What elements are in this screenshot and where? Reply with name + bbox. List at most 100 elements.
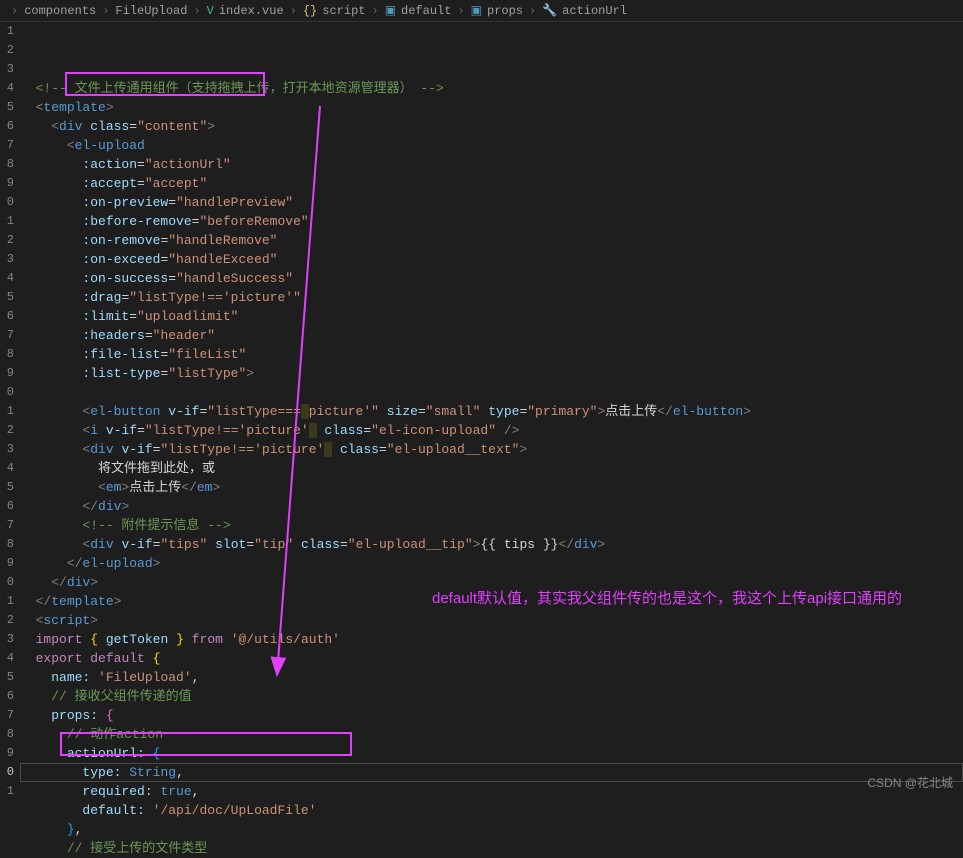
vue-file-icon: V xyxy=(207,4,214,18)
line-number: 2 xyxy=(0,611,14,630)
line-number: 6 xyxy=(0,687,14,706)
line-number: 6 xyxy=(0,497,14,516)
line-number: 3 xyxy=(0,630,14,649)
breadcrumb-item[interactable]: default xyxy=(401,4,451,18)
code-line[interactable]: required: true, xyxy=(20,782,963,801)
wrench-icon: 🔧 xyxy=(542,3,557,18)
code-line[interactable]: :on-exceed="handleExceed" xyxy=(20,250,963,269)
code-line[interactable]: name: 'FileUpload', xyxy=(20,668,963,687)
code-line[interactable]: :on-preview="handlePreview" xyxy=(20,193,963,212)
line-number: 6 xyxy=(0,307,14,326)
code-line[interactable]: </el-upload> xyxy=(20,554,963,573)
line-number: 3 xyxy=(0,60,14,79)
line-number: 0 xyxy=(0,573,14,592)
code-area[interactable]: <!-- 文件上传通用组件（支持拖拽上传，打开本地资源管理器） --> <tem… xyxy=(20,22,963,797)
code-line[interactable]: <i v-if="listType!=='picture' class="el-… xyxy=(20,421,963,440)
breadcrumb-chevron-icon: › xyxy=(193,4,200,18)
breadcrumb-chevron-icon: › xyxy=(102,4,109,18)
code-line[interactable]: :headers="header" xyxy=(20,326,963,345)
line-number: 1 xyxy=(0,402,14,421)
breadcrumb-item[interactable]: index.vue xyxy=(219,4,284,18)
code-line[interactable]: <div class="content"> xyxy=(20,117,963,136)
line-number: 1 xyxy=(0,592,14,611)
code-line[interactable]: <script> xyxy=(20,611,963,630)
line-number: 1 xyxy=(0,782,14,801)
breadcrumb-item[interactable]: script xyxy=(322,4,365,18)
breadcrumb-chevron-icon: › xyxy=(457,4,464,18)
breadcrumb-chevron-icon: › xyxy=(290,4,297,18)
code-line[interactable]: <!-- 附件提示信息 --> xyxy=(20,516,963,535)
line-number: 9 xyxy=(0,174,14,193)
code-line[interactable]: :drag="listType!=='picture'" xyxy=(20,288,963,307)
line-number: 1 xyxy=(0,22,14,41)
line-number: 1 xyxy=(0,212,14,231)
line-number: 2 xyxy=(0,421,14,440)
cube-icon: ▣ xyxy=(471,3,482,18)
code-line[interactable]: 将文件拖到此处，或 xyxy=(20,459,963,478)
code-line[interactable]: :on-success="handleSuccess" xyxy=(20,269,963,288)
line-number: 8 xyxy=(0,535,14,554)
line-number: 7 xyxy=(0,706,14,725)
code-line[interactable]: </div> xyxy=(20,497,963,516)
code-line[interactable]: <template> xyxy=(20,98,963,117)
line-number: 7 xyxy=(0,516,14,535)
breadcrumb-chevron-icon: › xyxy=(529,4,536,18)
breadcrumb-item[interactable]: FileUpload xyxy=(115,4,187,18)
line-number: 8 xyxy=(0,725,14,744)
breadcrumb-chevron-icon: › xyxy=(371,4,378,18)
line-number: 7 xyxy=(0,326,14,345)
watermark: CSDN @花北城 xyxy=(867,774,953,791)
code-line[interactable]: import { getToken } from '@/utils/auth' xyxy=(20,630,963,649)
line-number: 9 xyxy=(0,554,14,573)
code-line[interactable]: type: String, xyxy=(20,763,963,782)
breadcrumb-item[interactable]: actionUrl xyxy=(562,4,627,18)
code-line[interactable]: actionUrl: { xyxy=(20,744,963,763)
code-line[interactable]: <div v-if="tips" slot="tip" class="el-up… xyxy=(20,535,963,554)
line-number: 6 xyxy=(0,117,14,136)
code-line[interactable] xyxy=(20,383,963,402)
line-number: 4 xyxy=(0,459,14,478)
line-number-gutter: 1234567890123456789012345678901234567890… xyxy=(0,22,20,797)
code-line[interactable]: export default { xyxy=(20,649,963,668)
breadcrumb[interactable]: › components › FileUpload › V index.vue … xyxy=(0,0,963,22)
code-line[interactable]: :limit="uploadlimit" xyxy=(20,307,963,326)
code-line[interactable]: :action="actionUrl" xyxy=(20,155,963,174)
code-line[interactable]: // 接受上传的文件类型 xyxy=(20,839,963,858)
breadcrumb-item[interactable]: props xyxy=(487,4,523,18)
code-line[interactable]: :accept="accept" xyxy=(20,174,963,193)
code-line[interactable]: :before-remove="beforeRemove" xyxy=(20,212,963,231)
annotation-text: default默认值，其实我父组件传的也是这个，我这个上传api接口通用的 xyxy=(432,588,902,611)
line-number: 5 xyxy=(0,668,14,687)
line-number: 4 xyxy=(0,79,14,98)
code-line[interactable]: <!-- 文件上传通用组件（支持拖拽上传，打开本地资源管理器） --> xyxy=(20,79,963,98)
code-line[interactable]: // 接收父组件传递的值 xyxy=(20,687,963,706)
line-number: 2 xyxy=(0,231,14,250)
line-number: 0 xyxy=(0,763,14,782)
line-number: 5 xyxy=(0,98,14,117)
code-line[interactable]: }, xyxy=(20,820,963,839)
code-line[interactable]: default: '/api/doc/UpLoadFile' xyxy=(20,801,963,820)
code-line[interactable]: :on-remove="handleRemove" xyxy=(20,231,963,250)
line-number: 5 xyxy=(0,478,14,497)
line-number: 3 xyxy=(0,250,14,269)
line-number: 0 xyxy=(0,193,14,212)
code-editor[interactable]: 1234567890123456789012345678901234567890… xyxy=(0,22,963,797)
line-number: 3 xyxy=(0,440,14,459)
line-number: 9 xyxy=(0,364,14,383)
code-line[interactable]: props: { xyxy=(20,706,963,725)
code-line[interactable]: <el-upload xyxy=(20,136,963,155)
code-line[interactable]: <em>点击上传</em> xyxy=(20,478,963,497)
code-line[interactable]: <div v-if="listType!=='picture' class="e… xyxy=(20,440,963,459)
code-line[interactable]: // 动作action xyxy=(20,725,963,744)
line-number: 0 xyxy=(0,383,14,402)
line-number: 2 xyxy=(0,41,14,60)
breadcrumb-item[interactable]: components xyxy=(24,4,96,18)
line-number: 4 xyxy=(0,269,14,288)
code-line[interactable]: <el-button v-if="listType=== picture'" s… xyxy=(20,402,963,421)
braces-icon: {} xyxy=(303,4,317,18)
code-line[interactable]: :list-type="listType"> xyxy=(20,364,963,383)
code-line[interactable]: :file-list="fileList" xyxy=(20,345,963,364)
breadcrumb-chevron-icon: › xyxy=(11,4,18,18)
line-number: 5 xyxy=(0,288,14,307)
line-number: 7 xyxy=(0,136,14,155)
